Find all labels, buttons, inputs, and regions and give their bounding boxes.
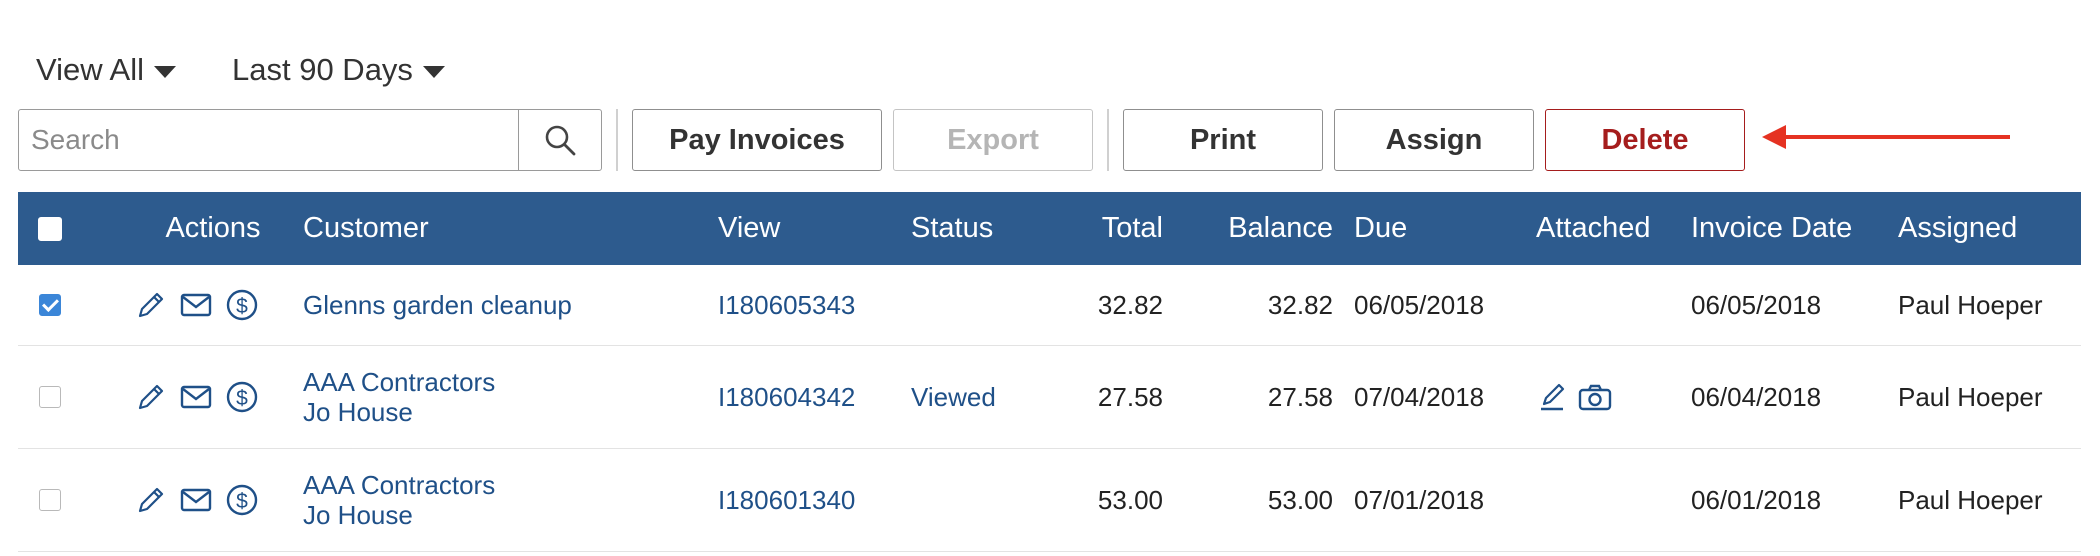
balance-cell: 32.82 [1267, 289, 1333, 320]
status-cell: Viewed [911, 346, 996, 448]
assigned-cell: Paul Hoeper [1898, 484, 2043, 515]
column-header-actions: Actions [165, 212, 261, 244]
table-row[interactable]: $ AAA Contractors Jo House I180604342 Viewed… [18, 346, 2081, 449]
invoice-number-cell: I180604342 [718, 346, 855, 448]
search-icon [545, 125, 576, 156]
invoice-number-link[interactable]: I180601340 [718, 485, 855, 516]
camera-icon[interactable] [1576, 380, 1614, 414]
balance-cell: 27.58 [1267, 381, 1333, 412]
print-button[interactable]: Print [1123, 109, 1323, 171]
column-header-attached[interactable]: Attached [1536, 192, 1650, 265]
column-header-balance[interactable]: Balance [1168, 192, 1333, 265]
row-checkbox[interactable] [39, 489, 61, 511]
payment-dollar-icon[interactable]: $ [224, 287, 260, 323]
invoice-number-cell: I180601340 [718, 449, 855, 551]
column-header-assigned[interactable]: Assigned [1898, 192, 2017, 265]
customer-contact-link[interactable]: Jo House [303, 500, 413, 530]
assigned-cell: Paul Hoeper [1898, 381, 2043, 412]
total-cell: 27.58 [1097, 381, 1163, 412]
row-actions: $ [134, 449, 260, 551]
invoice-date-cell: 06/01/2018 [1691, 484, 1822, 515]
invoice-number-link[interactable]: I180604342 [718, 382, 855, 413]
assigned-cell: Paul Hoeper [1898, 289, 2043, 320]
column-header-invoice-date[interactable]: Invoice Date [1691, 192, 1852, 265]
signature-icon[interactable] [1536, 380, 1570, 414]
select-all-cell [32, 192, 68, 265]
filter-bar: View All Last 90 Days [36, 52, 445, 88]
caret-down-icon [422, 65, 445, 78]
search-input[interactable] [19, 110, 518, 170]
email-envelope-icon[interactable] [178, 380, 214, 414]
caret-down-icon [154, 65, 176, 78]
svg-text:$: $ [236, 295, 248, 318]
row-actions: $ [134, 265, 260, 345]
table-row[interactable]: $ Glenns garden cleanup I180605343 32.82 32.… [18, 265, 2081, 346]
svg-text:$: $ [236, 387, 248, 410]
email-envelope-icon[interactable] [178, 483, 214, 517]
toolbar-divider [616, 109, 618, 171]
payment-dollar-icon[interactable]: $ [224, 482, 260, 518]
edit-pencil-icon[interactable] [134, 380, 168, 414]
invoice-number-cell: I180605343 [718, 265, 855, 345]
column-header-customer[interactable]: Customer [303, 192, 429, 265]
export-button[interactable]: Export [893, 109, 1093, 171]
column-header-due[interactable]: Due [1354, 192, 1407, 265]
search-button[interactable] [518, 110, 601, 170]
annotation-arrow-icon [1762, 125, 2010, 149]
status-text: Viewed [911, 381, 996, 412]
toolbar-divider [1107, 109, 1109, 171]
toolbar: Pay Invoices Export Print Assign Delete [18, 108, 1745, 172]
row-select-cell [32, 346, 68, 448]
due-date-cell: 07/01/2018 [1354, 484, 1485, 515]
row-select-cell [32, 265, 68, 345]
column-header-total[interactable]: Total [1018, 192, 1163, 265]
attached-cell [1536, 346, 1620, 448]
date-range-label: Last 90 Days [232, 52, 413, 87]
delete-button[interactable]: Delete [1545, 109, 1745, 171]
invoice-date-cell: 06/05/2018 [1691, 289, 1822, 320]
pay-invoices-button[interactable]: Pay Invoices [632, 109, 882, 171]
svg-text:$: $ [236, 490, 248, 513]
customer-link[interactable]: Glenns garden cleanup [303, 290, 572, 320]
row-actions: $ [134, 346, 260, 448]
edit-pencil-icon[interactable] [134, 483, 168, 517]
column-header-view[interactable]: View [718, 192, 780, 265]
total-cell: 53.00 [1097, 484, 1163, 515]
invoice-number-link[interactable]: I180605343 [718, 290, 855, 321]
email-envelope-icon[interactable] [178, 288, 214, 322]
row-checkbox[interactable] [39, 294, 61, 316]
customer-cell: Glenns garden cleanup [303, 265, 572, 345]
select-all-checkbox[interactable] [38, 216, 62, 241]
column-header-status[interactable]: Status [911, 192, 993, 265]
invoice-table: Actions Customer View Status Total Balan… [18, 192, 2081, 552]
due-date-cell: 07/04/2018 [1354, 381, 1485, 412]
total-cell: 32.82 [1097, 289, 1163, 320]
customer-cell: AAA Contractors Jo House [303, 449, 495, 551]
row-select-cell [32, 449, 68, 551]
due-date-cell: 06/05/2018 [1354, 289, 1485, 320]
invoice-date-cell: 06/04/2018 [1691, 381, 1822, 412]
row-checkbox[interactable] [39, 386, 61, 408]
edit-pencil-icon[interactable] [134, 288, 168, 322]
search-box [18, 109, 602, 171]
payment-dollar-icon[interactable]: $ [224, 379, 260, 415]
balance-cell: 53.00 [1267, 484, 1333, 515]
table-body: $ Glenns garden cleanup I180605343 32.82 32.… [18, 265, 2081, 552]
date-range-dropdown[interactable]: Last 90 Days [232, 52, 445, 88]
customer-contact-link[interactable]: Jo House [303, 397, 413, 427]
table-row[interactable]: $ AAA Contractors Jo House I180601340 53.00 5… [18, 449, 2081, 552]
customer-link[interactable]: AAA Contractors [303, 367, 495, 397]
view-filter-label: View All [36, 52, 144, 87]
customer-cell: AAA Contractors Jo House [303, 346, 495, 448]
table-header: Actions Customer View Status Total Balan… [18, 192, 2081, 265]
view-filter-dropdown[interactable]: View All [36, 52, 176, 88]
customer-link[interactable]: AAA Contractors [303, 470, 495, 500]
assign-button[interactable]: Assign [1334, 109, 1534, 171]
